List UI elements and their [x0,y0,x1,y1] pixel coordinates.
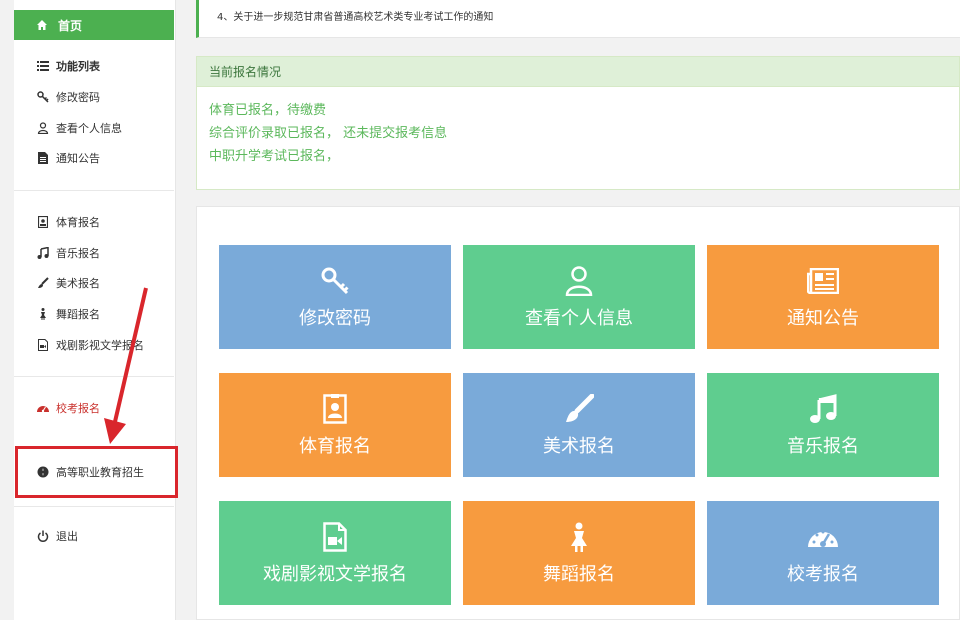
status-panel-body: 体育已报名，待缴费 综合评价录取已报名， 还未提交报考信息 中职升学考试已报名， [197,87,959,168]
list-icon [36,61,50,71]
sidebar-item-home[interactable]: 首页 [14,10,174,40]
sidebar-item-label: 音乐报名 [56,247,100,260]
dancer-icon [562,520,596,554]
tile-art[interactable]: 美术报名 [463,373,695,477]
tile-label: 美术报名 [543,436,615,457]
dancer-icon [36,308,50,320]
tile-school-exam[interactable]: 校考报名 [707,501,939,605]
brush-icon [562,392,596,426]
sidebar-item-label: 查看个人信息 [56,122,122,135]
sidebar-item-label: 功能列表 [56,60,100,73]
power-icon [36,530,50,542]
status-panel-title: 当前报名情况 [197,57,959,87]
sidebar-item-sports[interactable]: 体育报名 [14,210,174,234]
tile-music[interactable]: 音乐报名 [707,373,939,477]
annotation-arrow [104,287,148,444]
sidebar-item-label: 美术报名 [56,277,100,290]
sidebar-item-label: 校考报名 [56,402,100,415]
sidebar-item-label: 首页 [58,18,83,33]
dashboard-icon [36,403,50,413]
tile-notices[interactable]: 通知公告 [707,245,939,349]
tile-label: 通知公告 [787,308,859,329]
status-line: 体育已报名，待缴费 [209,103,327,118]
id-card-icon [318,392,352,426]
home-icon [36,19,50,31]
tile-change-password[interactable]: 修改密码 [219,245,451,349]
dashboard-icon [806,520,840,554]
sidebar-divider [14,190,174,191]
status-line: 综合评价录取已报名， 还未提交报考信息 [209,126,448,141]
music-icon [36,247,50,259]
music-icon [806,392,840,426]
sidebar-divider [14,506,174,507]
tile-label: 舞蹈报名 [543,564,615,585]
tile-drama-film[interactable]: 戏剧影视文学报名 [219,501,451,605]
sidebar-item-label: 通知公告 [56,152,100,165]
tile-label: 音乐报名 [787,436,859,457]
sidebar-item-change-password[interactable]: 修改密码 [14,85,174,109]
sidebar-item-label: 退出 [56,530,78,543]
id-card-icon [36,216,50,228]
sidebar-item-label: 舞蹈报名 [56,308,100,321]
tile-label: 戏剧影视文学报名 [263,564,407,585]
video-file-icon [36,339,50,351]
sidebar-item-label: 体育报名 [56,216,100,229]
tile-label: 查看个人信息 [525,308,633,329]
brush-icon [36,277,50,289]
tile-dance[interactable]: 舞蹈报名 [463,501,695,605]
document-icon [36,152,50,164]
newspaper-icon [806,264,840,298]
sidebar-item-label: 修改密码 [56,91,100,104]
sidebar-item-function-list[interactable]: 功能列表 [14,54,174,78]
tile-sports[interactable]: 体育报名 [219,373,451,477]
video-file-icon [318,520,352,554]
sidebar-item-logout[interactable]: 退出 [14,524,174,548]
tile-personal-info[interactable]: 查看个人信息 [463,245,695,349]
registration-status-panel: 当前报名情况 体育已报名，待缴费 综合评价录取已报名， 还未提交报考信息 中职升… [196,56,960,190]
notice-text[interactable]: 4、关于进一步规范甘肃省普通高校艺术类专业考试工作的通知 [217,12,493,23]
sidebar-item-personal-info[interactable]: 查看个人信息 [14,116,174,140]
tile-label: 校考报名 [787,564,859,585]
sidebar-item-music[interactable]: 音乐报名 [14,241,174,265]
function-tiles-panel: 修改密码 查看个人信息 通知公告 体育报名 美术报名 音乐报名 戏剧影视文学报名… [196,206,960,620]
key-icon [318,264,352,298]
user-icon [36,122,50,134]
status-line: 中职升学考试已报名， [209,149,340,164]
notice-bar[interactable]: 4、关于进一步规范甘肃省普通高校艺术类专业考试工作的通知 [196,0,960,38]
user-icon [562,264,596,298]
tile-label: 修改密码 [299,308,371,329]
sidebar-item-notices[interactable]: 通知公告 [14,146,174,170]
key-icon [36,91,50,103]
annotation-highlight-box [15,446,178,498]
tile-label: 体育报名 [299,436,371,457]
